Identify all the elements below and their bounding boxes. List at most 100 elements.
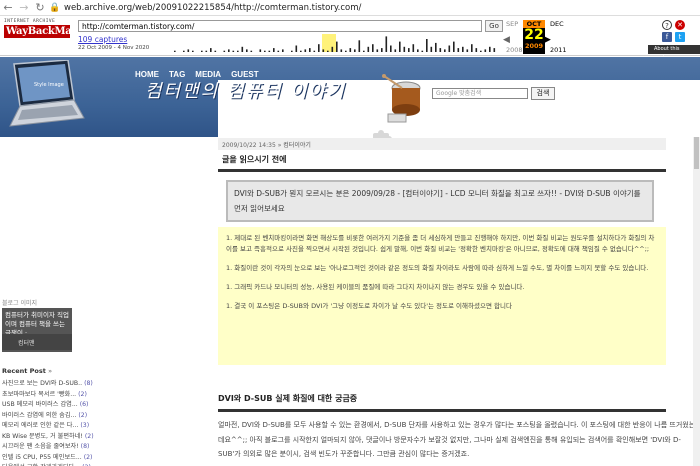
sparkline-bar xyxy=(408,48,410,52)
sparkline-bar xyxy=(480,50,482,52)
facebook-icon[interactable]: f xyxy=(662,32,672,42)
recent-post-item[interactable]: KB Wise 문병도, 거 불편하네! (2) xyxy=(2,431,97,442)
captures-link[interactable]: 109 captures xyxy=(78,35,127,44)
sparkline-bar xyxy=(259,49,262,52)
post-category[interactable]: 컴터이야기 xyxy=(283,142,311,149)
sparkline-bar xyxy=(453,41,455,52)
about-capture-link[interactable]: About this capture xyxy=(648,45,700,61)
url-text[interactable]: web.archive.org/web/20091022215854/http:… xyxy=(64,3,361,13)
help-icon[interactable]: ? xyxy=(662,20,672,30)
back-arrow-icon[interactable]: ← xyxy=(0,0,16,16)
prev-year[interactable]: 2008 xyxy=(506,46,523,54)
sparkline-bar xyxy=(210,48,212,52)
section-title-before-reading: 글을 읽으시기 전에 xyxy=(222,155,287,164)
recent-post-item[interactable]: 사진으로 보는 DVI와 D-SUB.. (8) xyxy=(2,378,97,389)
recent-post-title: KB Wise 문병도, 거 불편하네! xyxy=(2,432,85,440)
sparkline-bar xyxy=(430,46,433,52)
sparkline-bar xyxy=(228,49,230,52)
sparkline-bar xyxy=(363,50,365,52)
blog-title[interactable]: 컴터맨의 컴퓨터 이야기 xyxy=(145,77,346,103)
wayback-url-input[interactable]: http://comterman.tistory.com/ xyxy=(78,20,482,32)
sparkline-bar xyxy=(426,39,428,52)
go-button[interactable]: Go xyxy=(485,20,503,32)
sparkline-bar xyxy=(390,45,392,52)
lock-icon[interactable]: 🔒 xyxy=(48,3,62,13)
recent-post-item[interactable]: 인텔 i5 CPU, P55 메인보드... (2) xyxy=(2,452,97,463)
sparkline-bar xyxy=(268,50,271,52)
sparkline-bar xyxy=(250,50,253,52)
sparkline-bar xyxy=(223,50,226,52)
sparkline-bar xyxy=(313,50,316,52)
sparkline-bar xyxy=(327,50,329,52)
post-date: 2009/10/22 14:35 xyxy=(222,142,276,149)
sparkline-bar xyxy=(489,46,491,52)
post-meta: 2009/10/22 14:35 » 컴터이야기 xyxy=(218,138,666,150)
sparkline-bar xyxy=(466,49,469,52)
post-body: 얼마전, DVI와 D-SUB를 모두 사용할 수 있는 환경에서, D-SUB… xyxy=(218,421,696,458)
sparkline-bar xyxy=(237,50,239,52)
capture-sparkline[interactable] xyxy=(170,34,505,52)
current-capture: OCT 22 2009 xyxy=(523,20,545,54)
sparkline-bar xyxy=(282,49,284,52)
recent-post-item[interactable]: 다음에서 교환 갈게가게되다... (2) xyxy=(2,462,97,466)
prev-month[interactable]: SEP xyxy=(506,20,518,28)
recent-post-title: USB 메모리 바이러스 감염... xyxy=(2,401,80,408)
sparkline-highlight xyxy=(322,34,336,52)
sparkline-bar xyxy=(214,50,217,52)
notice-box[interactable]: DVI와 D-SUB가 뭔지 모르시는 분은 2009/09/28 - [컴터이… xyxy=(226,180,654,222)
sparkline-bar xyxy=(417,49,419,52)
sparkline-bar xyxy=(381,48,383,52)
sparkline-bar xyxy=(444,49,446,52)
search-button[interactable]: 검색 xyxy=(531,87,555,100)
recent-post-item[interactable]: 메모리 에러로 인한 같은 다... (3) xyxy=(2,420,97,431)
sparkline-bar xyxy=(385,36,388,52)
sparkline-bar xyxy=(277,50,280,52)
sparkline-bar xyxy=(295,45,298,52)
disclaimer-item: 1. 화질이란 것이 각자의 눈으로 보는 '아나로그적인 것이라 같은 정도의… xyxy=(226,264,649,272)
scrollbar-thumb[interactable] xyxy=(694,137,699,169)
sparkline-bar xyxy=(376,49,379,52)
sparkline-bar xyxy=(183,50,185,52)
recent-post-title: 시끄러운 팬 소음을 줄여보자! xyxy=(2,443,81,450)
sparkline-bar xyxy=(336,41,338,52)
next-year[interactable]: 2011 xyxy=(550,46,567,54)
forward-arrow-icon[interactable]: → xyxy=(16,0,32,16)
recent-post-item[interactable]: USB 메모리 바이러스 감염... (6) xyxy=(2,399,97,410)
recent-post-item[interactable]: 시끄러운 팬 소음을 줄여보자! (8) xyxy=(2,441,97,452)
twitter-icon[interactable]: t xyxy=(675,32,685,42)
sparkline-bar xyxy=(309,48,311,52)
sparkline-bar xyxy=(394,49,397,52)
next-month[interactable]: DEC xyxy=(550,20,564,28)
browser-address-bar: ← → ↻ 🔒 web.archive.org/web/200910222158… xyxy=(0,0,700,16)
sparkline-bar xyxy=(322,49,325,52)
section-divider xyxy=(218,409,666,412)
disclaimer-item: 1. 제대로 된 벤치마킹이라면 화면 해상도를 비롯한 여러가지 기준을 좀 … xyxy=(226,234,655,253)
search-input[interactable]: Google 맞춤검색 xyxy=(432,88,528,99)
recent-post-title: 인텔 i5 CPU, P55 메인보드... xyxy=(2,453,84,461)
sparkline-bar xyxy=(192,50,194,52)
recent-title-dots: » xyxy=(48,367,53,375)
sparkline-bar xyxy=(273,48,275,52)
prev-capture-arrow-icon[interactable]: ◀ xyxy=(503,35,510,45)
recent-post-title: Recent Post » xyxy=(2,367,52,375)
next-capture-arrow-icon[interactable]: ▶ xyxy=(544,35,551,45)
sparkline-bar xyxy=(471,44,473,52)
comment-count: (8) xyxy=(84,380,93,387)
profile-name[interactable]: 컴터맨 xyxy=(2,334,72,350)
comment-count: (6) xyxy=(79,401,89,408)
logo-main: WayBackMachine xyxy=(4,25,101,38)
reload-icon[interactable]: ↻ xyxy=(32,0,48,16)
recent-post-item[interactable]: 초보마마보다 목서르 '빵화... (2) xyxy=(2,389,97,400)
sparkline-bar xyxy=(174,50,176,52)
sparkline-bar xyxy=(300,50,302,52)
sparkline-bar xyxy=(358,40,361,52)
capture-range: 22 Oct 2009 - 4 Nov 2020 xyxy=(78,45,150,51)
sparkline-bar xyxy=(354,49,356,52)
disclaimer-item: 1. 결국 이 포스팅은 D-SUB와 DVI가 '그냥 이정도로 차이가 날 … xyxy=(226,302,512,310)
scrollbar[interactable] xyxy=(693,137,700,466)
sparkline-bar xyxy=(264,50,266,52)
recent-post-item[interactable]: 바이러스 감염에 의한 숨김... (2) xyxy=(2,410,97,421)
close-icon[interactable]: ✕ xyxy=(675,20,685,30)
wayback-logo[interactable]: INTERNET ARCHIVE WayBackMachine xyxy=(4,19,101,45)
disclaimer-item: 1. 그래픽 카드나 모니터의 성능, 사용된 케이블의 품질에 따라 그다지 … xyxy=(226,283,525,291)
